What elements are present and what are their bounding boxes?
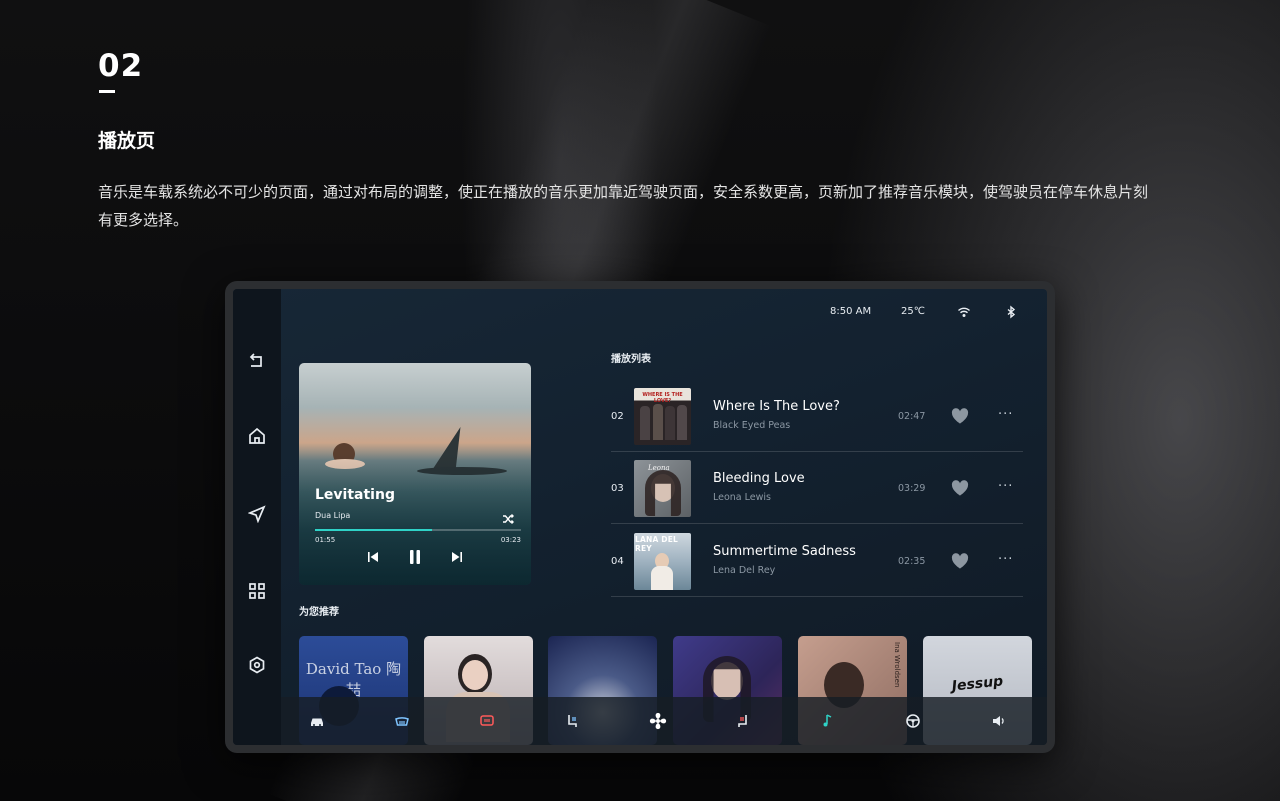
heart-icon[interactable] bbox=[951, 553, 969, 569]
now-playing-artist: Dua Lipa bbox=[315, 511, 351, 520]
music-icon[interactable] bbox=[818, 711, 838, 731]
next-track-icon[interactable] bbox=[449, 549, 465, 565]
more-options-icon[interactable]: ··· bbox=[998, 552, 1013, 567]
now-playing-card[interactable]: Levitating Dua Lipa 01:55 03:23 bbox=[299, 363, 531, 585]
album-cover-text: WHERE IS THE LOVE? bbox=[642, 392, 683, 404]
home-icon[interactable] bbox=[245, 424, 269, 448]
progress-bar[interactable] bbox=[315, 529, 521, 531]
current-time: 01:55 bbox=[315, 536, 336, 544]
recommendations-heading: 为您推荐 bbox=[299, 607, 339, 618]
bluetooth-icon[interactable] bbox=[1004, 304, 1018, 319]
playlist-row[interactable]: 04 LANA DEL REY Summertime Sadness Lena … bbox=[611, 525, 1023, 597]
track-artist: Lena Del Rey bbox=[713, 565, 776, 576]
track-title: Summertime Sadness bbox=[713, 544, 856, 559]
front-defrost-icon[interactable] bbox=[392, 711, 412, 731]
album-cover: LANA DEL REY bbox=[634, 533, 691, 590]
album-cover: WHERE IS THE LOVE? bbox=[634, 388, 691, 445]
section-underline bbox=[99, 90, 115, 93]
total-time: 03:23 bbox=[500, 536, 521, 544]
playlist-row[interactable]: 02 WHERE IS THE LOVE? Where Is The Love?… bbox=[611, 380, 1023, 452]
climate-dock bbox=[281, 697, 1047, 745]
track-duration: 03:29 bbox=[898, 483, 926, 494]
section-number: 02 bbox=[98, 48, 144, 84]
playlist-heading: 播放列表 bbox=[611, 354, 651, 365]
track-duration: 02:35 bbox=[898, 556, 926, 567]
heart-icon[interactable] bbox=[951, 480, 969, 496]
steering-wheel-icon[interactable] bbox=[903, 711, 923, 731]
album-cover-text: LANA DEL REY bbox=[635, 535, 679, 553]
settings-icon[interactable] bbox=[245, 653, 269, 677]
track-duration: 02:47 bbox=[898, 411, 926, 422]
pause-icon[interactable] bbox=[407, 549, 423, 565]
track-artist: Leona Lewis bbox=[713, 492, 771, 503]
seat-heat-right-icon[interactable] bbox=[733, 711, 753, 731]
sidebar bbox=[233, 289, 281, 745]
shuffle-icon[interactable] bbox=[502, 510, 514, 524]
more-options-icon[interactable]: ··· bbox=[998, 407, 1013, 422]
previous-track-icon[interactable] bbox=[365, 549, 381, 565]
track-artist: Black Eyed Peas bbox=[713, 420, 791, 431]
playlist-row[interactable]: 03 Leona Bleeding Love Leona Lewis 03:29… bbox=[611, 452, 1023, 524]
car-icon[interactable] bbox=[307, 711, 327, 731]
section-title: 播放页 bbox=[98, 130, 156, 152]
music-screen: 8:50 AM 25℃ Levitating Dua Lipa 01:55 03… bbox=[233, 289, 1047, 745]
now-playing-title: Levitating bbox=[315, 487, 395, 503]
progress-fill bbox=[315, 529, 433, 531]
car-screen-device: 8:50 AM 25℃ Levitating Dua Lipa 01:55 03… bbox=[225, 281, 1055, 753]
back-icon[interactable] bbox=[245, 349, 269, 373]
navigation-icon[interactable] bbox=[245, 502, 269, 526]
seat-heat-left-icon[interactable] bbox=[562, 711, 582, 731]
heart-icon[interactable] bbox=[951, 408, 969, 424]
track-title: Bleeding Love bbox=[713, 471, 805, 486]
status-temperature: 25℃ bbox=[901, 306, 925, 317]
more-options-icon[interactable]: ··· bbox=[998, 479, 1013, 494]
recommendation-label: Ina Wroldsen bbox=[893, 642, 901, 688]
track-number: 04 bbox=[611, 556, 624, 567]
track-title: Where Is The Love? bbox=[713, 399, 840, 414]
wifi-icon[interactable] bbox=[957, 304, 971, 318]
fan-icon[interactable] bbox=[646, 709, 670, 733]
section-description: 音乐是车载系统必不可少的页面，通过对布局的调整，使正在播放的音乐更加靠近驾驶页面… bbox=[98, 183, 1149, 229]
volume-icon[interactable] bbox=[989, 711, 1009, 731]
track-number: 02 bbox=[611, 411, 624, 422]
recommendation-label: Jessup bbox=[951, 673, 1004, 695]
apps-grid-icon[interactable] bbox=[245, 579, 269, 603]
track-number: 03 bbox=[611, 483, 624, 494]
album-cover: Leona bbox=[634, 460, 691, 517]
rear-defrost-icon[interactable] bbox=[477, 711, 497, 731]
status-time: 8:50 AM bbox=[830, 306, 872, 317]
